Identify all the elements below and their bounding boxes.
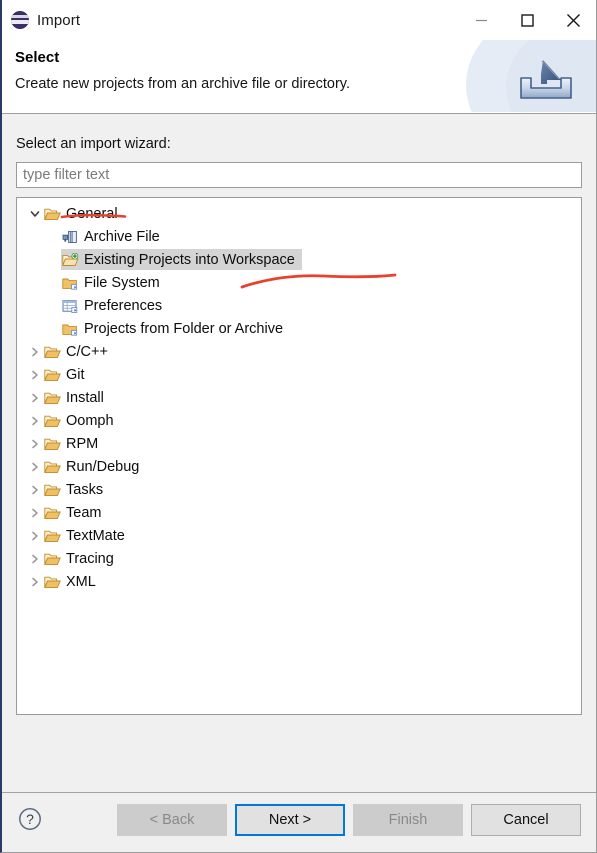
closed-folder-icon [43,483,61,497]
close-icon[interactable] [550,0,596,40]
tree-item-label: Team [66,504,102,521]
closed-folder-icon [43,345,61,359]
filter-input[interactable] [16,162,582,188]
tree-item-label: Run/Debug [66,458,140,475]
closed-folder-icon [43,391,61,405]
import-wizard-window: Import Select Create new projects from a… [0,0,597,853]
import-project-folder-icon [61,252,79,267]
eclipse-icon [11,11,29,29]
tree-item-team[interactable]: Team [17,501,581,524]
tree-item-existing-projects-into-workspace[interactable]: Existing Projects into Workspace [17,248,581,271]
tree-item-label: Install [66,389,104,406]
tree-item-label: C/C++ [66,343,108,360]
tree-item-label: Existing Projects into Workspace [84,251,295,268]
dialog-button-group: < Back Next > Finish Cancel [117,804,581,836]
tree-item-git[interactable]: Git [17,363,581,386]
tree-item-tracing[interactable]: Tracing [17,547,581,570]
finish-button: Finish [353,804,463,836]
chevron-right-icon[interactable] [27,531,43,541]
back-button: < Back [117,804,227,836]
window-controls [458,0,596,40]
tree-item-rpm[interactable]: RPM [17,432,581,455]
chevron-right-icon[interactable] [27,347,43,357]
tree-item-label: XML [66,573,96,590]
tree-item-projects-from-folder-or-archive[interactable]: Projects from Folder or Archive [17,317,581,340]
chevron-right-icon[interactable] [27,393,43,403]
svg-text:?: ? [26,811,34,827]
help-question-icon[interactable]: ? [18,807,42,831]
closed-folder-icon [43,506,61,520]
tree-item-oomph[interactable]: Oomph [17,409,581,432]
tree-item-general[interactable]: General [17,202,581,225]
title-bar: Import [2,0,596,40]
cancel-button[interactable]: Cancel [471,804,581,836]
tree-item-label: Git [66,366,85,383]
page-title: Select [15,49,60,66]
chevron-right-icon[interactable] [27,485,43,495]
tree-item-file-system[interactable]: File System [17,271,581,294]
tree-item-run-debug[interactable]: Run/Debug [17,455,581,478]
tree-item-xml[interactable]: XML [17,570,581,593]
tree-item-preferences[interactable]: Preferences [17,294,581,317]
window-title: Import [37,11,81,29]
tree-item-textmate[interactable]: TextMate [17,524,581,547]
tree-item-label: Tracing [66,550,114,567]
closed-folder-icon [43,529,61,543]
closed-folder-icon [43,414,61,428]
tree-item-archive-file[interactable]: Archive File [17,225,581,248]
closed-folder-icon [43,437,61,451]
wizard-header: Select Create new projects from an archi… [2,40,596,114]
chevron-right-icon[interactable] [27,439,43,449]
tree-item-install[interactable]: Install [17,386,581,409]
tree-item-label: Archive File [84,228,160,245]
tree-item-label: General [66,205,118,222]
tree-item-tasks[interactable]: Tasks [17,478,581,501]
select-wizard-label: Select an import wizard: [16,136,171,152]
file-system-folder-icon [61,322,79,336]
dialog-footer: ? < Back Next > Finish Cancel [2,792,596,852]
closed-folder-icon [43,552,61,566]
header-artwork [441,40,596,112]
minimize-icon[interactable] [458,0,504,40]
page-description: Create new projects from an archive file… [15,76,350,92]
tree-item-label: Oomph [66,412,114,429]
import-wizard-tree[interactable]: General Archive File Existing Projects int… [16,197,582,715]
next-button[interactable]: Next > [235,804,345,836]
preferences-icon [61,299,79,313]
wizard-body: Select an import wizard: General Archive … [2,114,596,792]
tree-item-label: File System [84,274,160,291]
tree-item-label: Preferences [84,297,163,314]
chevron-right-icon[interactable] [27,370,43,380]
file-system-folder-icon [61,276,79,290]
tree-item-label: Projects from Folder or Archive [84,320,284,337]
tree-item-label: TextMate [66,527,125,544]
import-arrow-tray-icon [520,60,572,99]
chevron-right-icon[interactable] [27,462,43,472]
closed-folder-icon [43,575,61,589]
tree-item-label: RPM [66,435,99,452]
closed-folder-icon [43,460,61,474]
archive-file-icon [61,230,79,244]
maximize-icon[interactable] [504,0,550,40]
chevron-right-icon[interactable] [27,577,43,587]
tree-item-c-c[interactable]: C/C++ [17,340,581,363]
tree-item-label: Tasks [66,481,104,498]
chevron-right-icon[interactable] [27,416,43,426]
chevron-right-icon[interactable] [27,554,43,564]
open-folder-icon [43,207,61,221]
chevron-right-icon[interactable] [27,508,43,518]
closed-folder-icon [43,368,61,382]
chevron-down-icon[interactable] [27,209,43,219]
